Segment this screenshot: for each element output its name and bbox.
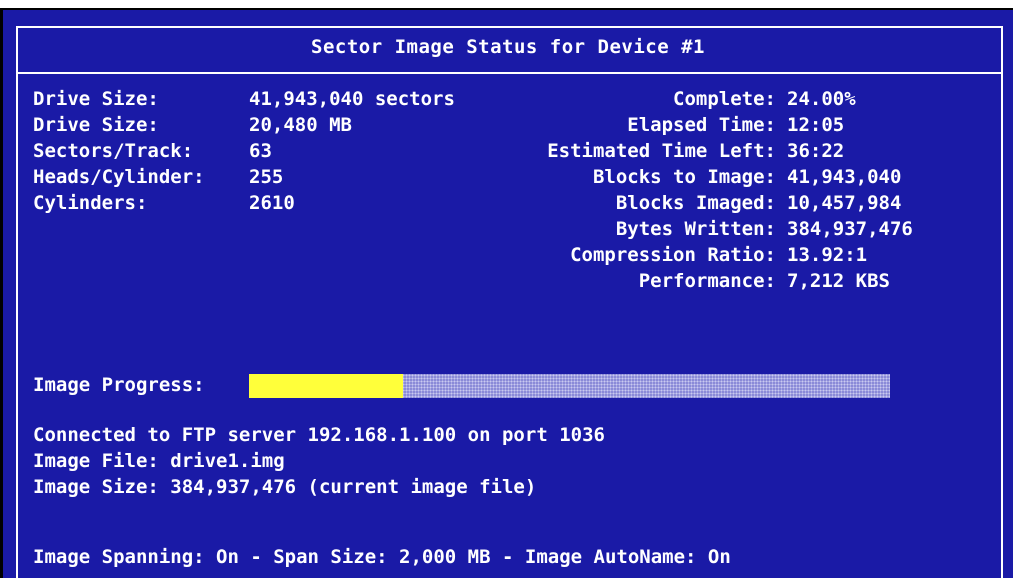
bytes-written-value: 384,937,476 <box>787 218 913 240</box>
drive-size-sectors-value: 41,943,040 sectors <box>249 88 455 110</box>
bytes-written-label: Bytes Written: <box>615 218 776 240</box>
window-title: Sector Image Status for Device #1 <box>311 36 705 58</box>
heads-per-cylinder-value: 255 <box>249 166 284 188</box>
sectors-per-track-label: Sectors/Track: <box>33 140 194 162</box>
complete-value: 24.00% <box>787 88 856 110</box>
compression-ratio-value: 13.92:1 <box>787 244 868 266</box>
performance-value: 7,212 KBS <box>787 270 890 292</box>
elapsed-time-label: Elapsed Time: <box>627 114 776 136</box>
time-left-value: 36:22 <box>787 140 845 162</box>
heads-per-cylinder-label: Heads/Cylinder: <box>33 166 205 188</box>
drive-size-sectors-label: Drive Size: <box>33 88 159 110</box>
image-size-message: Image Size: 384,937,476 (current image f… <box>33 476 537 498</box>
blocks-to-image-value: 41,943,040 <box>787 166 902 188</box>
image-file-message: Image File: drive1.img <box>33 450 285 472</box>
image-progress-label: Image Progress: <box>33 374 205 396</box>
image-spanning-message: Image Spanning: On - Span Size: 2,000 MB… <box>33 546 731 568</box>
sectors-per-track-value: 63 <box>249 140 272 162</box>
drive-size-mb-value: 20,480 MB <box>249 114 352 136</box>
blocks-imaged-label: Blocks Imaged: <box>615 192 776 214</box>
performance-label: Performance: <box>638 270 776 292</box>
compression-ratio-label: Compression Ratio: <box>570 244 776 266</box>
status-screen: Sector Image Status for Device #1 Drive … <box>0 8 1013 580</box>
ftp-connection-message: Connected to FTP server 192.168.1.100 on… <box>33 424 605 446</box>
time-left-label: Estimated Time Left: <box>547 140 776 162</box>
image-progress-fill <box>249 374 403 398</box>
cylinders-value: 2610 <box>249 192 295 214</box>
image-progress-bar <box>249 374 890 398</box>
blocks-to-image-label: Blocks to Image: <box>592 166 776 188</box>
complete-label: Complete: <box>673 88 776 110</box>
drive-size-mb-label: Drive Size: <box>33 114 159 136</box>
elapsed-time-value: 12:05 <box>787 114 845 136</box>
cylinders-label: Cylinders: <box>33 192 148 214</box>
blocks-imaged-value: 10,457,984 <box>787 192 902 214</box>
